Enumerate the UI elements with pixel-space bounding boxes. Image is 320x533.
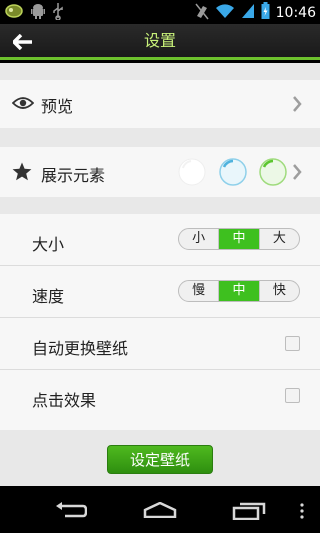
speed-option-fast[interactable]: 快	[258, 281, 299, 301]
status-bar: 10:46	[0, 0, 320, 24]
header-bar: 设置	[0, 24, 320, 60]
chevron-right-icon	[292, 95, 302, 117]
eye-icon	[11, 95, 35, 115]
settings-content: 预览 展示元素 大小 小 中 大 速度 慢 中 快 自动更换壁纸 点击效果	[0, 63, 320, 486]
size-option-medium[interactable]: 中	[218, 229, 259, 249]
chevron-right-icon	[292, 163, 302, 185]
preview-row[interactable]: 预览	[0, 80, 320, 128]
speed-label: 速度	[32, 287, 65, 306]
signal-icon	[241, 3, 255, 23]
size-label: 大小	[32, 235, 65, 254]
elements-card: 展示元素	[0, 147, 320, 197]
android-icon	[30, 2, 46, 24]
size-option-small[interactable]: 小	[179, 229, 218, 249]
status-right-icons: 10:46	[195, 2, 316, 24]
auto-wallpaper-row[interactable]: 自动更换壁纸	[0, 318, 320, 370]
home-nav-icon[interactable]	[142, 501, 178, 522]
recents-nav-icon[interactable]	[232, 502, 266, 524]
star-icon	[12, 162, 32, 185]
click-effect-row[interactable]: 点击效果	[0, 370, 320, 422]
status-time: 10:46	[275, 5, 316, 21]
menu-nav-icon[interactable]	[299, 503, 305, 523]
speed-option-medium[interactable]: 中	[218, 281, 259, 301]
preview-card: 预览	[0, 80, 320, 128]
speed-row: 速度 慢 中 快	[0, 266, 320, 318]
options-card: 大小 小 中 大 速度 慢 中 快 自动更换壁纸 点击效果	[0, 214, 320, 430]
battery-icon	[261, 2, 270, 24]
wifi-icon	[215, 3, 235, 23]
speed-option-slow[interactable]: 慢	[179, 281, 218, 301]
click-effect-label: 点击效果	[32, 391, 97, 410]
status-left-icons	[4, 2, 64, 24]
auto-wallpaper-checkbox[interactable]	[285, 336, 300, 351]
bubble-preview-icon	[176, 156, 294, 192]
elements-row[interactable]: 展示元素	[0, 147, 320, 197]
navigation-bar	[0, 486, 320, 533]
elements-label: 展示元素	[41, 166, 106, 185]
back-nav-icon[interactable]	[55, 502, 88, 522]
size-option-large[interactable]: 大	[258, 229, 299, 249]
mute-icon	[195, 2, 209, 24]
click-effect-checkbox[interactable]	[285, 388, 300, 403]
size-row: 大小 小 中 大	[0, 214, 320, 266]
auto-wallpaper-label: 自动更换壁纸	[32, 339, 129, 358]
size-segmented-control: 小 中 大	[178, 228, 300, 250]
usb-icon	[52, 2, 64, 24]
preview-label: 预览	[41, 97, 74, 116]
speed-segmented-control: 慢 中 快	[178, 280, 300, 302]
set-wallpaper-button[interactable]: 设定壁纸	[107, 445, 213, 474]
app-icon	[4, 3, 24, 23]
page-title: 设置	[143, 31, 176, 50]
